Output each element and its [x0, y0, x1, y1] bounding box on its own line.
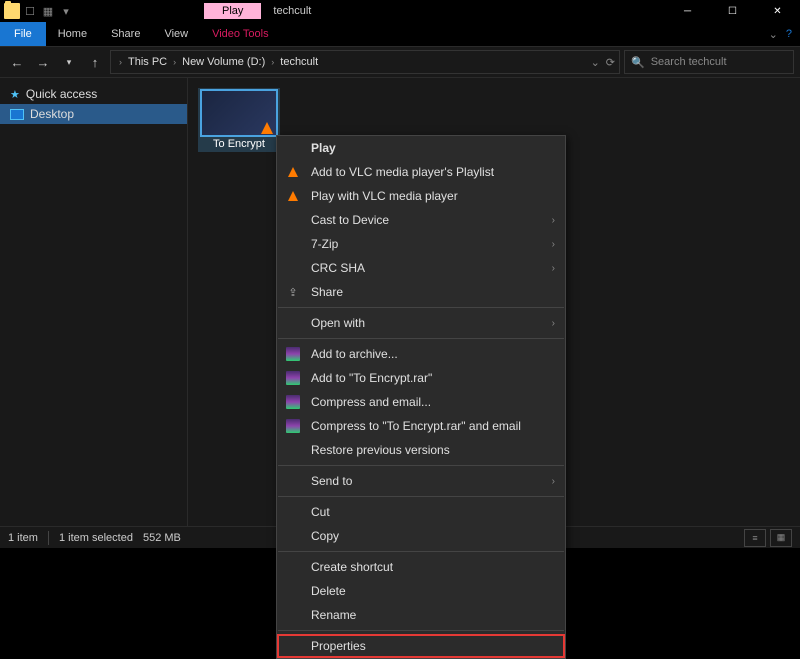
- chevron-down-icon[interactable]: ⌄: [769, 28, 778, 41]
- menu-separator: [278, 338, 564, 339]
- status-selected: 1 item selected: [59, 532, 133, 544]
- status-size: 552 MB: [143, 532, 181, 544]
- share-icon: ⇪: [285, 284, 301, 300]
- file-name: To Encrypt: [200, 138, 278, 150]
- new-folder-qat-icon[interactable]: ▦: [40, 3, 56, 19]
- menu-crc[interactable]: CRC SHA›: [277, 256, 565, 280]
- window-title: techcult: [273, 5, 311, 17]
- navigation-pane: ★ Quick access Desktop: [0, 78, 188, 526]
- menu-send-to[interactable]: Send to›: [277, 469, 565, 493]
- menu-separator: [278, 465, 564, 466]
- menu-compress-rar-email[interactable]: Compress to "To Encrypt.rar" and email: [277, 414, 565, 438]
- details-view-button[interactable]: ≡: [744, 529, 766, 547]
- help-icon[interactable]: ?: [786, 28, 792, 40]
- menu-create-shortcut[interactable]: Create shortcut: [277, 555, 565, 579]
- chevron-right-icon[interactable]: ›: [271, 57, 274, 67]
- menu-separator: [278, 630, 564, 631]
- properties-qat-icon[interactable]: ☐: [22, 3, 38, 19]
- sidebar-label: Desktop: [30, 107, 74, 121]
- folder-icon: [4, 3, 20, 19]
- forward-button[interactable]: →: [32, 51, 54, 73]
- menu-delete[interactable]: Delete: [277, 579, 565, 603]
- chevron-right-icon: ›: [552, 215, 555, 226]
- breadcrumb-this-pc[interactable]: This PC: [126, 56, 169, 68]
- menu-add-rar[interactable]: Add to "To Encrypt.rar": [277, 366, 565, 390]
- chevron-right-icon[interactable]: ›: [173, 57, 176, 67]
- menu-add-vlc[interactable]: Add to VLC media player's Playlist: [277, 160, 565, 184]
- chevron-right-icon: ›: [552, 476, 555, 487]
- menu-properties[interactable]: Properties: [277, 634, 565, 658]
- video-tools-tab[interactable]: Video Tools: [200, 24, 280, 44]
- thumbnails-view-button[interactable]: ▦: [770, 529, 792, 547]
- ribbon-expand: ⌄ ?: [761, 28, 800, 41]
- vlc-cone-icon: [285, 188, 301, 204]
- navigation-bar: ← → ▾ ↑ › This PC › New Volume (D:) › te…: [0, 46, 800, 78]
- contextual-tab-play[interactable]: Play: [204, 3, 261, 19]
- chevron-right-icon: ›: [552, 263, 555, 274]
- menu-share[interactable]: ⇪Share: [277, 280, 565, 304]
- chevron-right-icon: ›: [552, 318, 555, 329]
- view-tab[interactable]: View: [152, 24, 200, 44]
- recent-dropdown[interactable]: ▾: [58, 51, 80, 73]
- menu-compress-email[interactable]: Compress and email...: [277, 390, 565, 414]
- vlc-cone-icon: [261, 122, 273, 134]
- close-button[interactable]: ✕: [755, 0, 800, 22]
- menu-cut[interactable]: Cut: [277, 500, 565, 524]
- menu-copy[interactable]: Copy: [277, 524, 565, 548]
- menu-restore[interactable]: Restore previous versions: [277, 438, 565, 462]
- ribbon-tabs: File Home Share View Video Tools ⌄ ?: [0, 22, 800, 46]
- winrar-icon: [285, 394, 301, 410]
- menu-open-with[interactable]: Open with›: [277, 311, 565, 335]
- minimize-button[interactable]: ─: [665, 0, 710, 22]
- menu-separator: [278, 496, 564, 497]
- sidebar-desktop[interactable]: Desktop: [0, 104, 187, 124]
- home-tab[interactable]: Home: [46, 24, 99, 44]
- sidebar-quick-access[interactable]: ★ Quick access: [0, 84, 187, 104]
- context-menu: Play Add to VLC media player's Playlist …: [276, 135, 566, 659]
- refresh-icon[interactable]: ⟳: [606, 56, 615, 69]
- search-box[interactable]: 🔍 Search techcult: [624, 50, 794, 74]
- back-button[interactable]: ←: [6, 51, 28, 73]
- view-switcher: ≡ ▦: [744, 529, 792, 547]
- breadcrumb-volume[interactable]: New Volume (D:): [180, 56, 267, 68]
- status-separator: [48, 531, 49, 545]
- title-bar: ☐ ▦ ▾ Play techcult ─ ☐ ✕: [0, 0, 800, 22]
- menu-rename[interactable]: Rename: [277, 603, 565, 627]
- search-icon: 🔍: [631, 56, 645, 69]
- video-thumbnail: [201, 90, 277, 136]
- address-dropdown-icon[interactable]: ⌄: [591, 56, 600, 69]
- chevron-right-icon[interactable]: ›: [119, 57, 122, 67]
- winrar-icon: [285, 418, 301, 434]
- menu-cast[interactable]: Cast to Device›: [277, 208, 565, 232]
- search-placeholder: Search techcult: [651, 56, 727, 68]
- menu-add-archive[interactable]: Add to archive...: [277, 342, 565, 366]
- sidebar-label: Quick access: [26, 87, 97, 101]
- file-tab[interactable]: File: [0, 22, 46, 46]
- file-item-to-encrypt[interactable]: To Encrypt: [198, 88, 280, 152]
- winrar-icon: [285, 346, 301, 362]
- menu-7zip[interactable]: 7-Zip›: [277, 232, 565, 256]
- menu-separator: [278, 551, 564, 552]
- window-controls: ─ ☐ ✕: [665, 0, 800, 22]
- desktop-icon: [10, 109, 24, 120]
- winrar-icon: [285, 370, 301, 386]
- quick-access-toolbar: ☐ ▦ ▾: [0, 3, 74, 19]
- breadcrumb-folder[interactable]: techcult: [278, 56, 320, 68]
- status-item-count: 1 item: [8, 532, 38, 544]
- address-bar[interactable]: › This PC › New Volume (D:) › techcult ⌄…: [110, 50, 620, 74]
- chevron-right-icon: ›: [552, 239, 555, 250]
- menu-play[interactable]: Play: [277, 136, 565, 160]
- menu-separator: [278, 307, 564, 308]
- share-tab[interactable]: Share: [99, 24, 152, 44]
- vlc-cone-icon: [285, 164, 301, 180]
- qat-dropdown-icon[interactable]: ▾: [58, 3, 74, 19]
- star-icon: ★: [10, 88, 20, 101]
- maximize-button[interactable]: ☐: [710, 0, 755, 22]
- up-button[interactable]: ↑: [84, 51, 106, 73]
- menu-play-vlc[interactable]: Play with VLC media player: [277, 184, 565, 208]
